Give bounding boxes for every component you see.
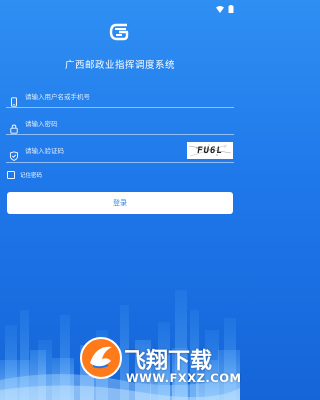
lock-icon (9, 119, 19, 134)
checkbox-icon[interactable] (7, 171, 15, 179)
captcha-input[interactable] (25, 146, 187, 155)
password-input[interactable] (25, 119, 234, 128)
captcha-image[interactable]: FU6L (187, 142, 233, 159)
app-title: 广西邮政业指挥调度系统 (64, 60, 175, 71)
watermark-logo-icon (80, 337, 122, 379)
login-button[interactable]: 登录 (7, 192, 233, 214)
status-bar (0, 0, 240, 14)
logo-icon (108, 22, 130, 42)
username-input[interactable] (25, 92, 234, 101)
phone-icon (9, 92, 19, 107)
username-field (6, 86, 234, 108)
watermark-url: WWW.FXXZ.COM (126, 371, 242, 385)
remember-password[interactable]: 记住密码 (7, 171, 42, 179)
shield-icon (9, 146, 19, 161)
password-field (6, 113, 234, 135)
watermark: 飞翔下载 WWW.FXXZ.COM (78, 335, 242, 395)
battery-icon (228, 0, 234, 17)
remember-label: 记住密码 (20, 173, 43, 179)
wifi-icon (216, 0, 224, 17)
captcha-text: FU6L (196, 145, 224, 156)
captcha-field: FU6L (6, 139, 234, 163)
